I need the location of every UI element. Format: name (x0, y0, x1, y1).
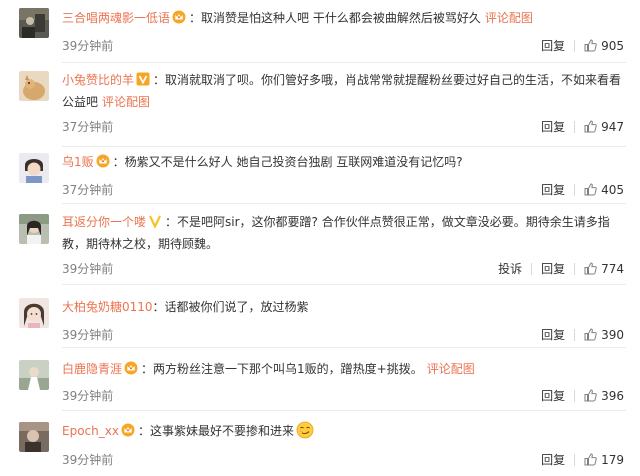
crown-badge-icon[interactable] (96, 154, 110, 168)
thumbs-up-icon (584, 388, 597, 402)
comment-time: 39分钟前 (62, 39, 114, 53)
avatar[interactable] (19, 298, 49, 328)
reply-button[interactable]: 回复 (541, 181, 565, 198)
comment-item: 乌1贩 ：杨紫又不是什么好人 她自己投资台独剧 互联网难道没有记忆吗? 37分钟前… (0, 147, 640, 203)
reply-button[interactable]: 回复 (541, 37, 565, 54)
comment-item: Epoch_xx ：这事紫妹最好不要掺和进来 39分钟前 回复 179 (0, 411, 640, 476)
thumbs-up-icon (584, 182, 597, 196)
comment-text-line: Epoch_xx ：这事紫妹最好不要掺和进来 (62, 420, 622, 442)
divider (574, 389, 576, 402)
comment-body: ：这事紫妹最好不要掺和进来 (137, 424, 294, 438)
thumbs-up-icon (584, 38, 597, 52)
v-badge-icon[interactable] (136, 72, 150, 86)
reply-button[interactable]: 回复 (541, 387, 565, 404)
divider (574, 39, 576, 52)
thumbs-up-icon (584, 261, 597, 275)
reply-button[interactable]: 回复 (541, 451, 565, 468)
comment-body: ：取消赞是怕这种人吧 干什么都会被曲解然后被骂好久 (189, 11, 481, 25)
avatar[interactable] (19, 422, 49, 452)
comment-actions: 投诉 回复 774 (498, 260, 624, 277)
reply-button[interactable]: 回复 (541, 326, 565, 343)
divider (574, 453, 576, 466)
avatar[interactable] (19, 214, 49, 244)
comment-text-line: 大柏兔奶糖0110：话都被你们说了，放过杨紫 (62, 296, 622, 318)
divider (531, 262, 533, 275)
comment-actions: 回复 179 (541, 451, 624, 468)
username-link[interactable]: 小兔赞比的羊 (62, 73, 134, 87)
comment-list: 三合唱两魂影一低语 ：取消赞是怕这种人吧 干什么都会被曲解然后被骂好久 评论配图 3… (0, 0, 640, 476)
like-button[interactable]: 774 (584, 262, 624, 276)
like-button[interactable]: 905 (584, 39, 624, 53)
comment-text-line: 耳返分你一个喽 ：不是吧阿sir，这你都要蹭? 合作伙伴点赞很正常，做文章没必要。… (62, 211, 622, 255)
comment-text-line: 三合唱两魂影一低语 ：取消赞是怕这种人吧 干什么都会被曲解然后被骂好久 评论配图 (62, 7, 622, 29)
comment-body: ：杨紫又不是什么好人 她自己投资台独剧 互联网难道没有记忆吗? (112, 155, 463, 169)
comment-body: ：话都被你们说了，放过杨紫 (152, 300, 309, 314)
reply-button[interactable]: 回复 (541, 118, 565, 135)
divider (574, 120, 576, 133)
crown-badge-icon[interactable] (172, 10, 186, 24)
like-count: 390 (601, 327, 624, 342)
comment-time: 39分钟前 (62, 453, 114, 467)
crown-badge-icon[interactable] (124, 361, 138, 375)
thumbs-up-icon (584, 452, 597, 466)
thumbs-up-icon (584, 327, 597, 341)
like-count: 396 (601, 388, 624, 403)
comment-image-link[interactable]: 评论配图 (485, 11, 533, 25)
divider (574, 262, 576, 275)
comment-item: 三合唱两魂影一低语 ：取消赞是怕这种人吧 干什么都会被曲解然后被骂好久 评论配图 3… (0, 0, 640, 62)
v-badge-yellow-icon[interactable] (148, 214, 162, 228)
like-count: 947 (601, 119, 624, 134)
avatar[interactable] (19, 8, 49, 38)
report-button[interactable]: 投诉 (498, 260, 522, 277)
comment-time: 39分钟前 (62, 389, 114, 403)
comment-text-line: 乌1贩 ：杨紫又不是什么好人 她自己投资台独剧 互联网难道没有记忆吗? (62, 151, 622, 173)
comment-actions: 回复 905 (541, 37, 624, 54)
like-button[interactable]: 396 (584, 389, 624, 403)
comment-image-link[interactable]: 评论配图 (102, 95, 150, 109)
comment-text-line: 白鹿隐青涯 ：两方粉丝注意一下那个叫乌1贩的，蹭热度+挑拨。 评论配图 (62, 358, 622, 380)
like-button[interactable]: 390 (584, 328, 624, 342)
comment-time: 37分钟前 (62, 183, 114, 197)
username-link[interactable]: 乌1贩 (62, 155, 94, 169)
comment-item: 耳返分你一个喽 ：不是吧阿sir，这你都要蹭? 合作伙伴点赞很正常，做文章没必要。… (0, 204, 640, 284)
divider (574, 183, 576, 196)
comment-actions: 回复 390 (541, 326, 624, 343)
crown-badge-icon[interactable] (121, 423, 135, 437)
username-link[interactable]: 白鹿隐青涯 (62, 362, 122, 376)
username-link[interactable]: 耳返分你一个喽 (62, 215, 146, 229)
like-count: 179 (601, 452, 624, 467)
thumbs-up-icon (584, 119, 597, 133)
comment-item: 大柏兔奶糖0110：话都被你们说了，放过杨紫 39分钟前 回复 390 (0, 285, 640, 347)
comment-actions: 回复 405 (541, 181, 624, 198)
comment-item: 小兔赞比的羊 ：取消就取消了呗。你们管好多哦，肖战常常就提醒粉丝要过好自己的生活，… (0, 63, 640, 146)
comment-item: 白鹿隐青涯 ：两方粉丝注意一下那个叫乌1贩的，蹭热度+挑拨。 评论配图 39分钟前 … (0, 348, 640, 410)
comment-image-link[interactable]: 评论配图 (427, 362, 475, 376)
divider (574, 328, 576, 341)
reply-button[interactable]: 回复 (541, 260, 565, 277)
comment-time: 37分钟前 (62, 120, 114, 134)
comment-time: 39分钟前 (62, 328, 114, 342)
comment-body: ：两方粉丝注意一下那个叫乌1贩的，蹭热度+挑拨。 (141, 362, 423, 376)
like-button[interactable]: 179 (584, 453, 624, 467)
smirk-emoji-icon (296, 421, 314, 439)
comment-time: 39分钟前 (62, 262, 114, 276)
comment-text-line: 小兔赞比的羊 ：取消就取消了呗。你们管好多哦，肖战常常就提醒粉丝要过好自己的生活，… (62, 69, 622, 113)
avatar[interactable] (19, 71, 49, 101)
like-count: 774 (601, 261, 624, 276)
username-link[interactable]: 大柏兔奶糖0110 (62, 300, 153, 314)
comment-actions: 回复 396 (541, 387, 624, 404)
like-button[interactable]: 947 (584, 120, 624, 134)
like-count: 905 (601, 38, 624, 53)
comment-actions: 回复 947 (541, 118, 624, 135)
username-link[interactable]: 三合唱两魂影一低语 (62, 11, 170, 25)
like-button[interactable]: 405 (584, 183, 624, 197)
username-link[interactable]: Epoch_xx (62, 424, 119, 438)
avatar[interactable] (19, 360, 49, 390)
avatar[interactable] (19, 153, 49, 183)
like-count: 405 (601, 182, 624, 197)
